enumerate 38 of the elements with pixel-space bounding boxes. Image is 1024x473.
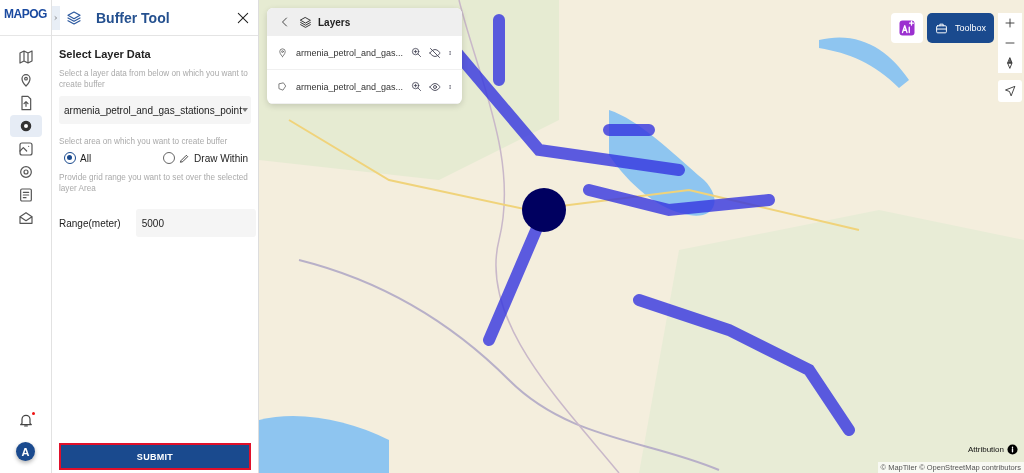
zoom-in-icon[interactable] <box>411 81 422 92</box>
image-gallery-icon <box>17 141 34 157</box>
mail-icon <box>17 210 34 226</box>
map-icon <box>17 49 34 65</box>
radio-option[interactable]: Draw Within <box>163 152 248 164</box>
bell-icon[interactable] <box>17 412 34 428</box>
pencil-icon <box>179 152 191 164</box>
close-icon[interactable] <box>236 10 250 25</box>
submit-button[interactable]: SUBMIT <box>59 443 251 470</box>
location-pin-icon <box>277 47 288 58</box>
layer-name[interactable]: armenia_petrol_and_gas... <box>296 81 404 92</box>
hint-text: Select area on which you want to create buffer <box>59 136 229 147</box>
user-avatar[interactable]: A <box>16 442 35 461</box>
radio-option[interactable]: All <box>64 152 92 164</box>
panel-title: Layers <box>318 16 351 28</box>
info-icon[interactable] <box>1007 444 1018 455</box>
attribution-link[interactable]: Attribution <box>967 445 1004 454</box>
field-label: Range(meter) <box>59 217 121 229</box>
hint-text: Select a layer data from below on which you want to create buffer <box>59 68 249 90</box>
section-title: Select Layer Data <box>59 48 152 60</box>
panel-title: Buffer Tool <box>96 9 171 26</box>
logo[interactable]: MAPOG <box>0 0 51 36</box>
layers-stack-icon <box>66 9 82 26</box>
eye-slash-icon[interactable] <box>429 46 441 59</box>
ai-button[interactable] <box>890 13 923 43</box>
hint-text: Provide grid range you want to set over the selected layer Area <box>59 172 249 194</box>
ai-sparkle-icon <box>897 19 916 37</box>
toolbox-button[interactable]: Toolbox <box>926 13 994 43</box>
sidebar-button[interactable] <box>9 115 42 137</box>
polygon-icon <box>277 81 288 92</box>
range-field[interactable]: 5000 <box>135 209 256 237</box>
zoom-in-icon[interactable] <box>411 47 422 58</box>
eye-icon[interactable] <box>429 80 441 93</box>
layer-name[interactable]: armenia_petrol_and_gas... <box>296 47 404 58</box>
report-icon <box>17 187 34 203</box>
layers-stack-icon <box>299 15 312 29</box>
layer-dropdown[interactable]: armenia_petrol_and_gas_stations_point <box>59 96 251 124</box>
briefcase-icon <box>934 21 948 35</box>
